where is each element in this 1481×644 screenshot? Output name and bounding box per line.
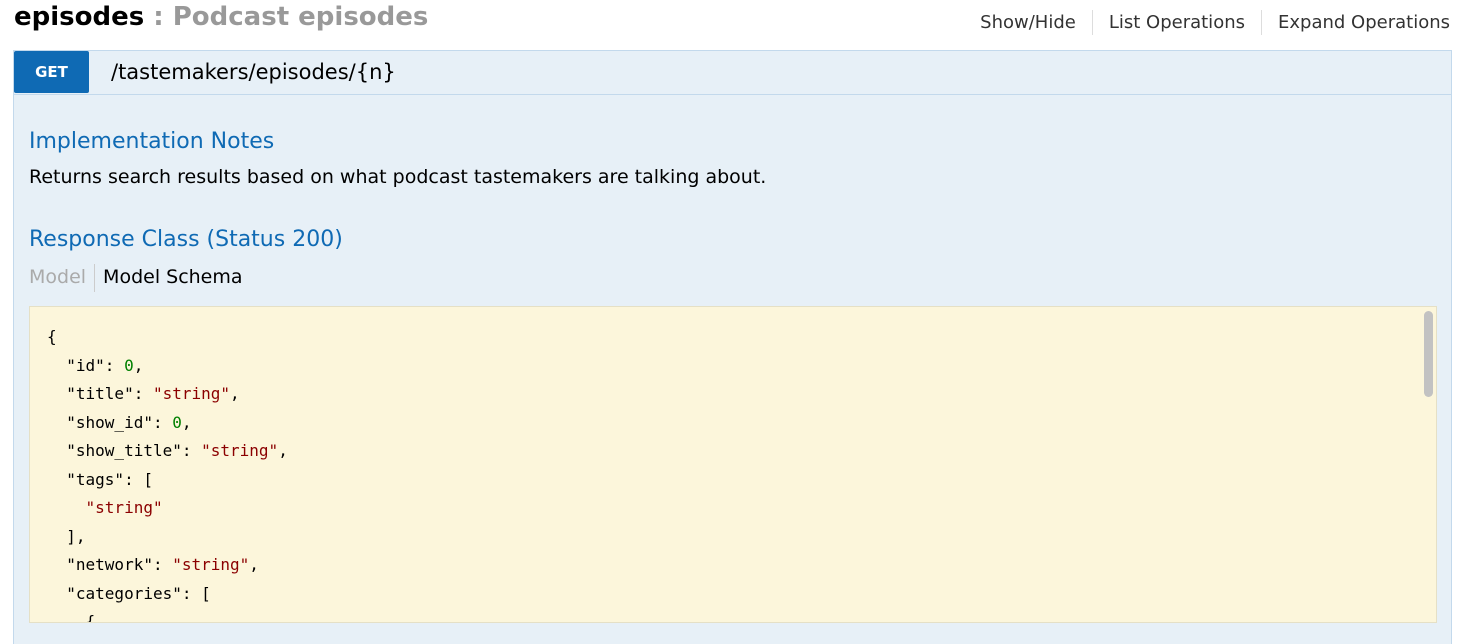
schema-line: ], <box>47 523 288 552</box>
schema-line: "tags": [ <box>47 466 288 495</box>
operation-path[interactable]: /tastemakers/episodes/{n} <box>111 60 396 84</box>
schema-token: { <box>47 612 96 623</box>
resource-name[interactable]: episodes <box>14 2 144 32</box>
model-schema-code: { "id": 0, "title": "string", "show_id":… <box>47 323 288 623</box>
resource-operations: Show/Hide List Operations Expand Operati… <box>964 10 1454 35</box>
resource-description: Podcast episodes <box>172 2 429 32</box>
schema-line: "string" <box>47 494 288 523</box>
schema-line: "categories": [ <box>47 580 288 609</box>
schema-token: "string" <box>172 555 250 574</box>
schema-line: "title": "string", <box>47 380 288 409</box>
expand-operations-link[interactable]: Expand Operations <box>1262 10 1454 35</box>
schema-token: "network": <box>47 555 173 574</box>
tab-model[interactable]: Model <box>29 264 96 292</box>
schema-token <box>47 498 86 517</box>
schema-scrollbar-thumb[interactable] <box>1424 311 1433 397</box>
schema-token: "tags": [ <box>47 469 153 489</box>
show-hide-link[interactable]: Show/Hide <box>964 10 1093 35</box>
schema-line: { <box>47 323 288 352</box>
schema-token: "id": <box>47 355 125 375</box>
schema-token: "show_id": <box>47 412 173 432</box>
resource-separator: : <box>144 2 173 32</box>
schema-token: "string" <box>85 498 163 517</box>
list-operations-link[interactable]: List Operations <box>1093 10 1262 35</box>
http-method-badge[interactable]: GET <box>14 51 89 93</box>
schema-token: "title": <box>47 384 153 403</box>
schema-token: 0 <box>124 355 134 375</box>
swagger-page: episodes : Podcast episodes Show/Hide Li… <box>0 0 1481 644</box>
model-tabs: Model Model Schema <box>29 264 251 292</box>
schema-token: , <box>133 355 144 375</box>
tab-model-schema[interactable]: Model Schema <box>95 264 250 292</box>
schema-line: "show_title": "string", <box>47 437 288 466</box>
schema-token: , <box>230 384 240 403</box>
schema-token: "show_title": <box>47 441 202 460</box>
resource-title[interactable]: episodes : Podcast episodes <box>14 2 428 32</box>
schema-line: "id": 0, <box>47 352 288 381</box>
implementation-notes-text: Returns search results based on what pod… <box>29 166 767 188</box>
resource-header: episodes : Podcast episodes Show/Hide Li… <box>14 0 1454 46</box>
implementation-notes-heading: Implementation Notes <box>29 129 275 154</box>
schema-token: "string" <box>152 384 231 403</box>
schema-token: , <box>278 441 288 460</box>
schema-scrollbar[interactable] <box>1422 311 1434 620</box>
schema-token: { <box>47 327 57 346</box>
response-class-heading: Response Class (Status 200) <box>29 227 343 252</box>
schema-token: 0 <box>172 412 182 432</box>
schema-token: "categories": [ <box>47 583 211 603</box>
operation-panel: GET /tastemakers/episodes/{n} Implementa… <box>13 50 1452 644</box>
schema-token: "string" <box>201 441 279 460</box>
schema-token: , <box>249 555 259 574</box>
model-schema-box[interactable]: { "id": 0, "title": "string", "show_id":… <box>29 306 1437 623</box>
schema-line: { <box>47 608 288 623</box>
operation-heading[interactable]: GET /tastemakers/episodes/{n} <box>14 51 1451 95</box>
schema-line: "show_id": 0, <box>47 409 288 438</box>
schema-line: "network": "string", <box>47 551 288 580</box>
schema-token: , <box>181 412 192 432</box>
schema-token: ], <box>47 526 86 546</box>
